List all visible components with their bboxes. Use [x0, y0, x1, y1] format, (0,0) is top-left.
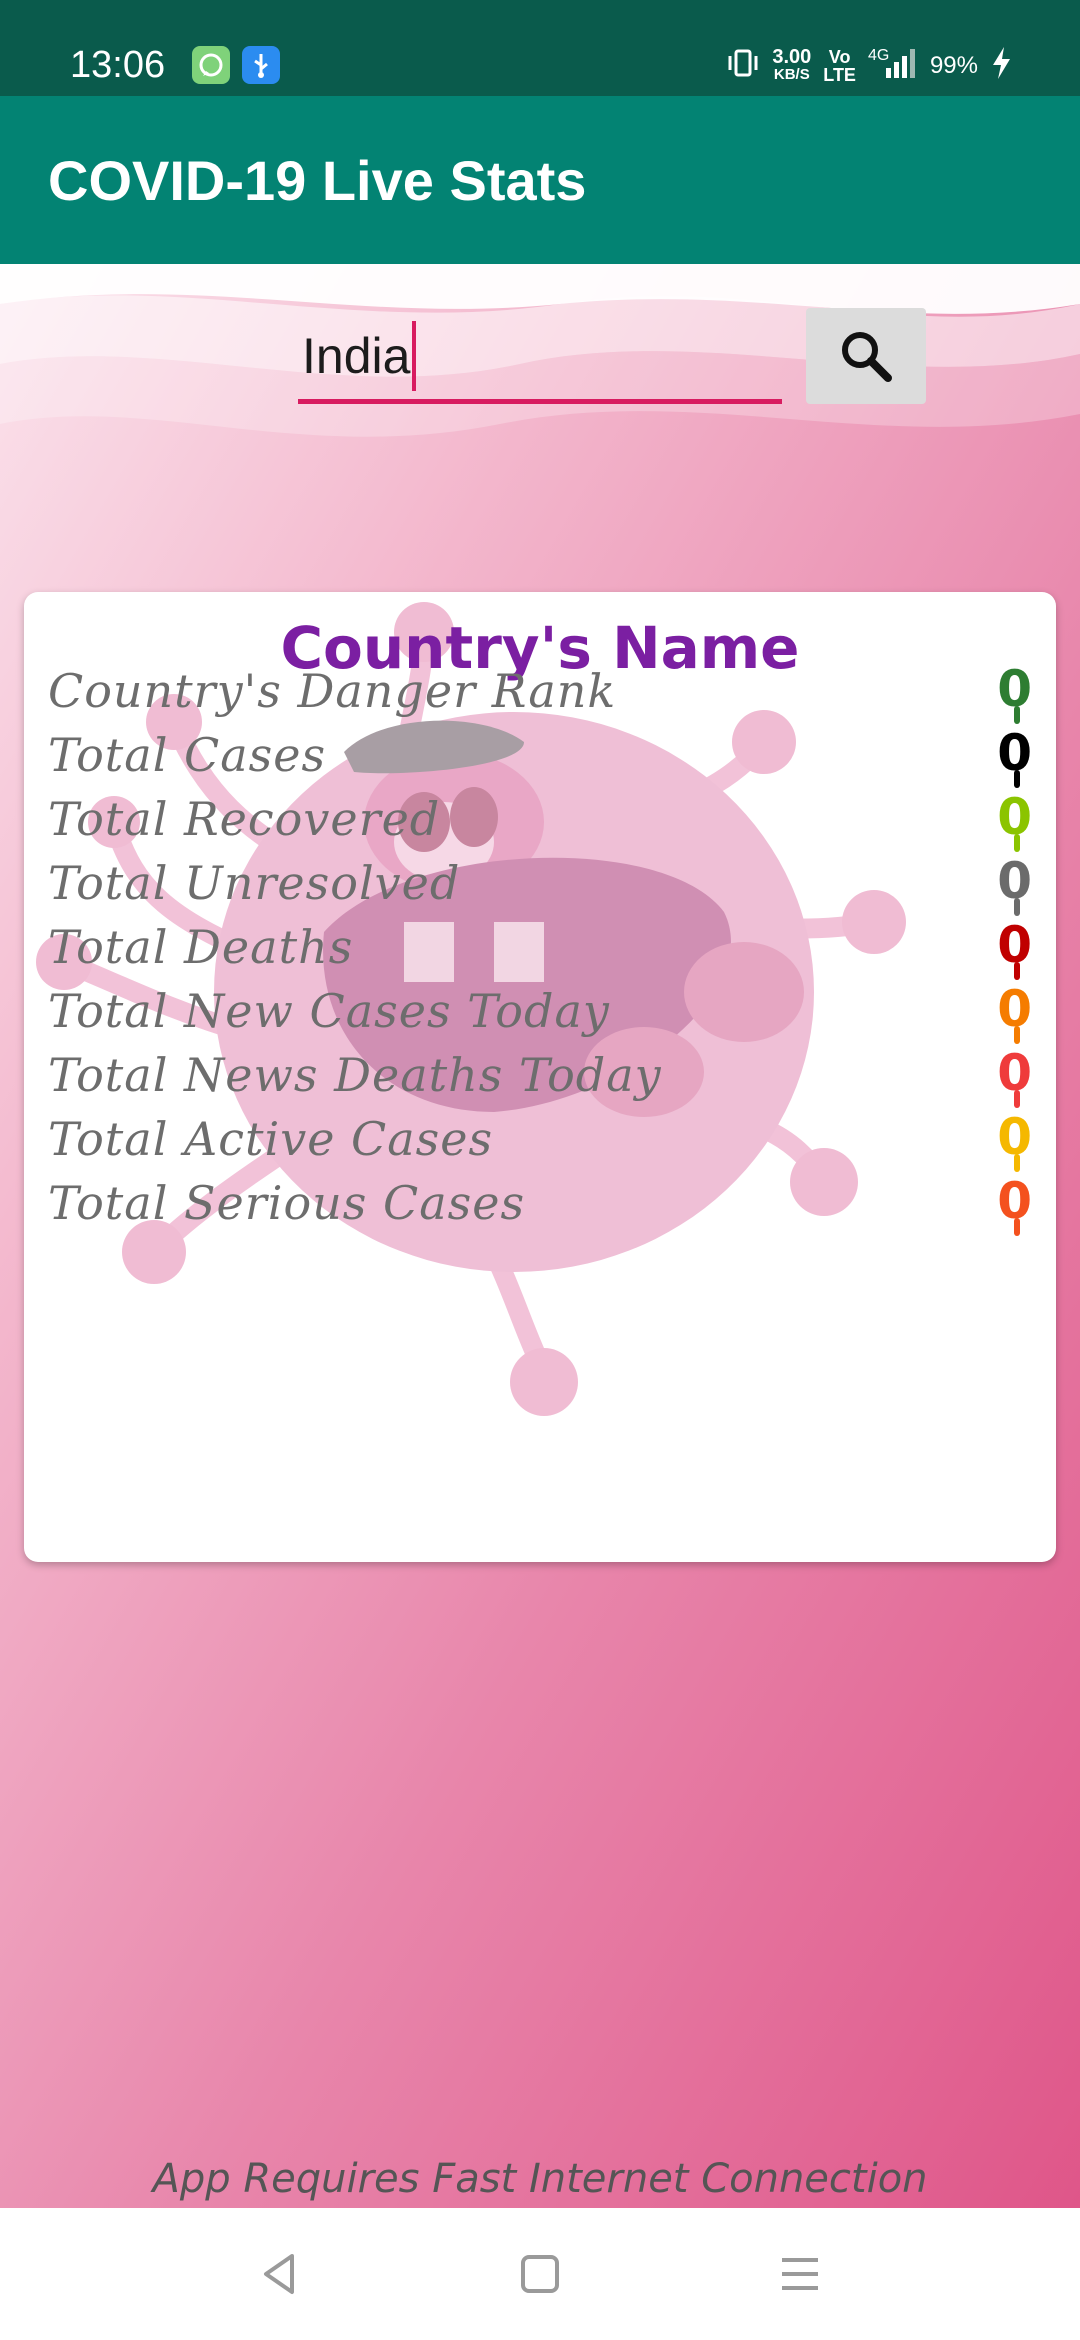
stat-label: Total Active Cases	[48, 1112, 494, 1166]
home-icon[interactable]	[510, 2244, 570, 2304]
status-bar: 13:06 3.00 KB/S Vo LTE 4G 99%	[0, 0, 1080, 96]
drip-decoration	[1014, 1218, 1020, 1236]
stat-label: Total New Cases Today	[48, 984, 610, 1038]
stat-label: Country's Danger Rank	[48, 664, 617, 718]
net-speed: 3.00 KB/S	[772, 45, 812, 83]
stat-label: Total News Deaths Today	[48, 1048, 662, 1102]
search-icon	[842, 332, 892, 382]
internet-requirement-note: App Requires Fast Internet Connection	[152, 2156, 928, 2202]
text-caret	[412, 320, 417, 391]
vibrate-icon	[726, 48, 760, 83]
stat-label: Total Cases	[48, 728, 327, 782]
network-type: 4G	[868, 47, 889, 64]
app-title: COVID-19 Live Stats	[48, 149, 587, 212]
app-bar: COVID-19 Live Stats	[0, 96, 1080, 264]
stat-label: Total Deaths	[48, 920, 354, 974]
back-icon[interactable]	[250, 2244, 310, 2304]
status-indicators: 3.00 KB/S Vo LTE 4G 99%	[726, 46, 1012, 85]
navigation-bar	[0, 2208, 1080, 2340]
search-input[interactable]: India	[298, 312, 782, 404]
charging-icon	[990, 46, 1012, 85]
stat-label: Total Recovered	[48, 792, 441, 846]
volte-indicator: Vo LTE	[823, 46, 856, 85]
signal-icon: 4G	[868, 46, 918, 85]
status-time: 13:06	[70, 44, 166, 86]
stat-label: Total Unresolved	[48, 856, 461, 910]
search-input-value: India	[302, 327, 411, 384]
stat-row-serious-cases: Total Serious Cases 0	[24, 1168, 1056, 1264]
chat-notification-icon	[192, 46, 230, 84]
stat-label: Total Serious Cases	[48, 1176, 526, 1230]
stats-card: Country's Name Country's Danger Rank 0 T…	[24, 592, 1056, 1562]
menu-icon[interactable]	[770, 2244, 830, 2304]
usb-icon	[242, 46, 280, 84]
search-button[interactable]	[806, 308, 926, 404]
battery-level: 99%	[929, 51, 978, 79]
